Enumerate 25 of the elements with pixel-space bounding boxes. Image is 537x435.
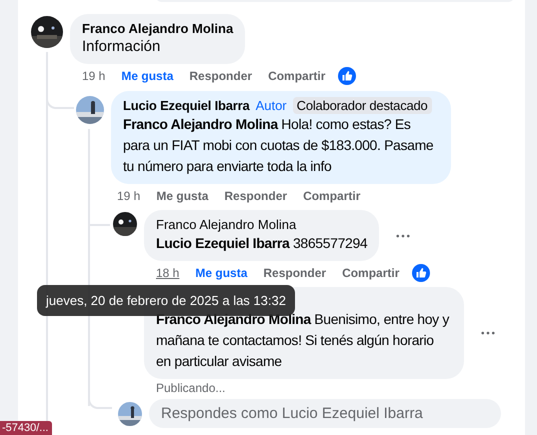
author-label: Autor <box>256 98 287 113</box>
comment-text: Franco Alejandro Molina Hola! como estas? Es para un FIAT mobi con cuotas de $183.000. Pasame tu número para enviarte toda la info <box>123 115 434 176</box>
timestamp-link[interactable]: 19 h <box>82 69 106 83</box>
action-link[interactable]: Responder <box>263 266 326 280</box>
status-url: -57430/... <box>0 421 52 435</box>
author-name[interactable]: Lucio Ezequiel Ibarra <box>123 97 250 114</box>
timestamp-link[interactable]: 18 h <box>156 266 180 280</box>
more-options-icon[interactable] <box>481 331 495 335</box>
more-options-icon[interactable] <box>396 234 410 238</box>
timestamp-link[interactable]: 19 h <box>117 189 140 203</box>
reply-field[interactable]: Respondes como Lucio Ezequiel Ibarra <box>149 399 501 428</box>
action-link[interactable]: Compartir <box>342 266 400 280</box>
author-name[interactable]: Franco Alejandro Molina <box>82 20 234 37</box>
action-link[interactable]: Compartir <box>268 69 326 83</box>
contributor-badge: Colaborador destacado <box>292 97 432 114</box>
comment-text: Información <box>82 37 162 57</box>
action-link[interactable]: Responder <box>224 189 288 203</box>
posting-status: Publicando... <box>156 380 226 397</box>
action-link[interactable]: Me gusta <box>121 69 174 83</box>
action-link[interactable]: Me gusta <box>156 189 208 203</box>
action-link[interactable]: Compartir <box>303 189 360 203</box>
author-name[interactable]: Franco Alejandro Molina <box>156 216 368 233</box>
comment-text: Lucio Ezequiel Ibarra 3865577294 <box>156 234 368 253</box>
action-link[interactable]: Me gusta <box>195 266 248 280</box>
action-link[interactable]: Responder <box>189 69 252 83</box>
